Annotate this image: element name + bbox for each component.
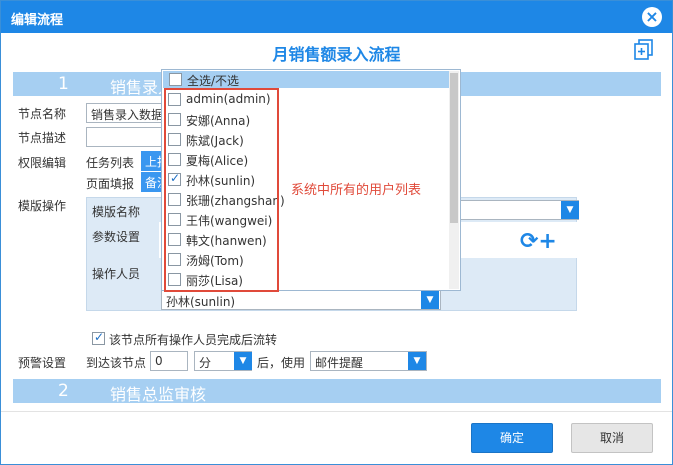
- cancel-button[interactable]: 取消: [571, 423, 653, 453]
- chevron-down-icon[interactable]: ▼: [408, 352, 426, 370]
- popup-scrollbar[interactable]: [449, 71, 459, 289]
- template-op-label: 模版操作: [18, 199, 67, 213]
- section-bar-2[interactable]: 2 销售总监审核: [13, 379, 661, 404]
- select-all-checkbox[interactable]: [169, 73, 182, 86]
- copy-add-icon[interactable]: [634, 39, 654, 61]
- flow-after-all-checkbox[interactable]: [92, 330, 105, 345]
- node-name-input[interactable]: 销售录入数据: [86, 103, 166, 123]
- node-name-label: 节点名称: [18, 107, 67, 121]
- ok-button[interactable]: 确定: [471, 423, 553, 453]
- dialog-title: 编辑流程: [11, 13, 64, 28]
- section-number: 2: [58, 381, 69, 401]
- task-list-label: 任务列表: [86, 156, 135, 170]
- arrive-label: 到达该节点: [86, 356, 147, 370]
- flow-after-all-label: 该节点所有操作人员完成后流转: [109, 333, 278, 347]
- node-desc-label: 节点描述: [18, 131, 67, 145]
- permission-label: 权限编辑: [18, 156, 67, 170]
- arrive-input[interactable]: 0: [150, 351, 188, 371]
- page-fill-chip[interactable]: 备注: [141, 172, 161, 192]
- warning-label: 预警设置: [18, 356, 67, 370]
- edit-flow-dialog: 编辑流程 × 月销售额录入流程 1 销售录入 节点名称 销售录入数据 节点描述 …: [0, 0, 673, 465]
- refresh-add-icon[interactable]: ⟳+: [520, 229, 557, 254]
- use-label: 后，使用: [257, 356, 306, 370]
- scrollbar-thumb[interactable]: [450, 73, 458, 223]
- chevron-down-icon[interactable]: ▼: [561, 201, 579, 219]
- section-number: 1: [58, 74, 69, 94]
- highlight-box: [164, 88, 279, 292]
- page-title: 月销售额录入流程: [272, 45, 401, 64]
- operator-label: 操作人员: [92, 267, 141, 281]
- node-desc-input[interactable]: [86, 127, 166, 147]
- param-setting-label: 参数设置: [92, 230, 141, 244]
- task-list-chip[interactable]: 上报: [141, 151, 161, 171]
- section-name: 销售总监审核: [110, 385, 207, 404]
- chevron-down-icon[interactable]: ▼: [234, 352, 252, 370]
- footer-divider: [1, 411, 672, 412]
- annotation-text: 系统中所有的用户列表: [291, 183, 422, 198]
- template-name-label: 模版名称: [92, 205, 141, 219]
- operator-select[interactable]: 孙林(sunlin): [161, 290, 441, 310]
- close-icon[interactable]: ×: [642, 7, 662, 27]
- page-fill-label: 页面填报: [86, 177, 135, 191]
- select-all-row[interactable]: 全选/不选: [163, 71, 449, 88]
- select-all-label: 全选/不选: [187, 74, 240, 88]
- title-bar: 编辑流程 ×: [1, 1, 672, 33]
- chevron-down-icon[interactable]: ▼: [421, 291, 439, 309]
